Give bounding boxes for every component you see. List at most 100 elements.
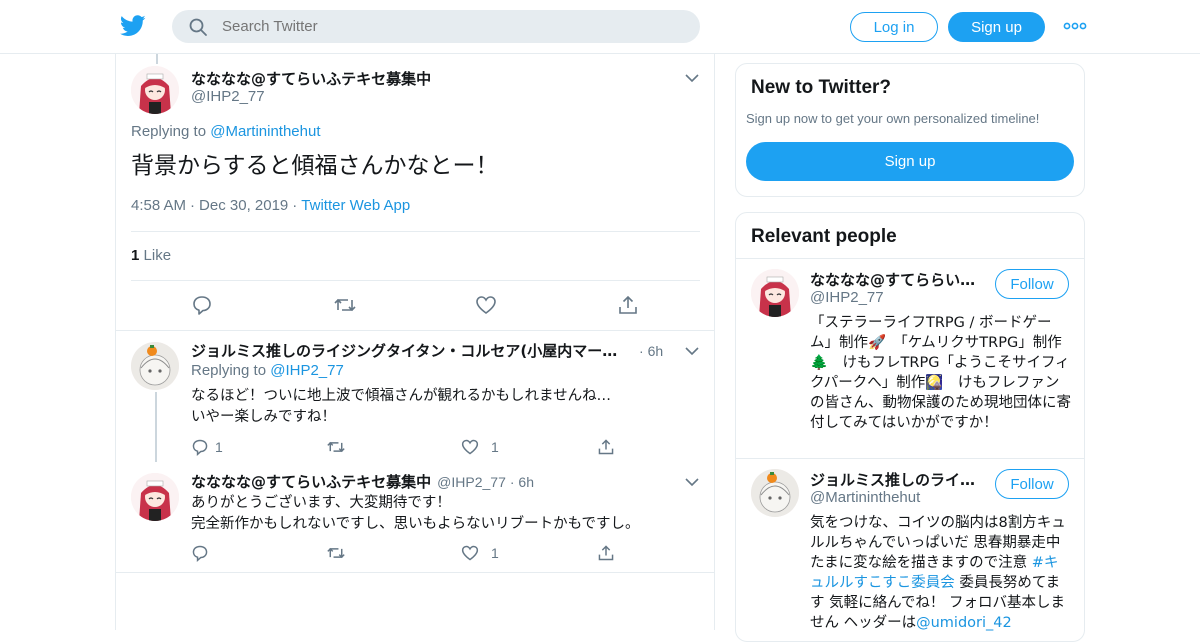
- reply-text: なるほど！ついに地上波で傾福さんが観れるかもしれませんね… いやー楽しみですね！: [191, 386, 611, 428]
- avatar[interactable]: [751, 469, 799, 517]
- reply-count: 1: [215, 439, 223, 455]
- share-button[interactable]: [597, 438, 615, 456]
- reply-icon: [193, 296, 211, 315]
- like-label: Like: [143, 247, 172, 264]
- reply-author-handle[interactable]: @IHP2_77: [437, 474, 506, 490]
- reply-time-value: 6h: [518, 474, 534, 490]
- tweet-column: なななな@すてらいふテキセ募集中 @IHP2_77 Replying to @M…: [115, 54, 715, 630]
- heart-icon: [461, 439, 479, 455]
- person-bio: 気をつけな、コイツの脳内は8割方キュルルちゃんでいっぱいだ 思春期暴走中 たまに…: [810, 513, 1072, 633]
- reply-text: ありがとうございます、大変期待です！ 完全新作かもしれないですし、思いもよらない…: [191, 493, 639, 535]
- heart-icon: [461, 545, 479, 561]
- signup-card-title: New to Twitter?: [751, 77, 892, 98]
- tweet-actions: [116, 294, 714, 318]
- tweet-source-link[interactable]: Twitter Web App: [301, 197, 410, 214]
- avatar[interactable]: [751, 269, 799, 317]
- share-button[interactable]: [617, 294, 639, 316]
- like-count-row[interactable]: 1 Like: [131, 247, 171, 264]
- share-icon: [619, 295, 637, 314]
- reply-author-name[interactable]: ジョルミス推しのライジングタイタン・コルセア(小屋内マーテ…: [191, 340, 631, 361]
- replying-to-link[interactable]: @Martininthehut: [210, 123, 320, 140]
- avatar-girl-icon: [131, 66, 179, 114]
- avatar-sketch-icon: [751, 469, 799, 517]
- tweet-author-handle[interactable]: @IHP2_77: [191, 88, 265, 105]
- divider: [131, 231, 700, 232]
- avatar-girl-icon: [131, 473, 179, 521]
- reply-button[interactable]: [191, 544, 209, 562]
- search-input[interactable]: [222, 18, 662, 35]
- person-bio: 「ステラーライフTRPG / ボードゲーム」制作🚀 「ケムリクサTRPG」制作🌲…: [810, 315, 1071, 431]
- divider: [131, 280, 700, 281]
- more-options-icon[interactable]: [1063, 18, 1087, 34]
- tweet-time[interactable]: 4:58 AM: [131, 197, 186, 214]
- chevron-down-icon[interactable]: [685, 477, 699, 487]
- reply-author-name[interactable]: なななな@すてらいふテキセ募集中: [191, 471, 431, 492]
- person-handle[interactable]: @IHP2_77: [810, 289, 884, 306]
- person-name[interactable]: ジョルミス推しのライ…: [810, 469, 982, 490]
- reply-time[interactable]: · 6h: [510, 474, 534, 490]
- tweet-date[interactable]: Dec 30, 2019: [199, 197, 288, 214]
- heart-icon: [476, 296, 496, 314]
- reply-icon: [192, 439, 208, 456]
- reply-line: いやー楽しみですね！: [191, 409, 336, 425]
- replying-to: Replying to @IHP2_77: [191, 362, 344, 379]
- reply-button[interactable]: [191, 294, 213, 316]
- like-count: 1: [491, 545, 499, 561]
- reply-header: なななな@すてらいふテキセ募集中 @IHP2_77 · 6h: [191, 471, 671, 492]
- reply-tweet[interactable]: ジョルミス推しのライジングタイタン・コルセア(小屋内マーテ… · 6h Repl…: [116, 340, 714, 466]
- person-name[interactable]: なななな@すてららいふ…: [810, 269, 982, 290]
- top-bar: Log in Sign up: [0, 0, 1200, 54]
- reply-header: ジョルミス推しのライジングタイタン・コルセア(小屋内マーテ… · 6h: [191, 340, 671, 361]
- avatar[interactable]: [131, 473, 179, 521]
- reply-line: なるほど！ついに地上波で傾福さんが観れるかもしれませんね…: [191, 388, 612, 404]
- mention-link[interactable]: @umidori_42: [916, 615, 1012, 631]
- tweet-author-name[interactable]: なななな@すてらいふテキセ募集中: [191, 68, 431, 89]
- divider: [116, 330, 714, 331]
- bio-text: 気をつけな、コイツの脳内は8割方キュルルちゃんでいっぱいだ 思春期暴走中 たまに…: [810, 515, 1066, 571]
- reply-time[interactable]: · 6h: [639, 343, 663, 359]
- retweet-button[interactable]: [333, 294, 357, 316]
- replying-label: Replying to: [191, 362, 267, 379]
- retweet-icon: [327, 441, 345, 453]
- replying-to: Replying to @Martininthehut: [131, 123, 321, 140]
- follow-button[interactable]: Follow: [995, 469, 1069, 499]
- chevron-down-icon[interactable]: [685, 346, 699, 356]
- signup-card-subtitle: Sign up now to get your own personalized…: [746, 111, 1040, 126]
- like-button[interactable]: [475, 294, 497, 316]
- reply-time-value: 6h: [647, 343, 664, 359]
- follow-button[interactable]: Follow: [995, 269, 1069, 299]
- signup-card: New to Twitter? Sign up now to get your …: [735, 63, 1085, 197]
- sidebar-signup-button[interactable]: Sign up: [746, 142, 1074, 181]
- retweet-button[interactable]: [326, 438, 352, 456]
- relevant-people-title: Relevant people: [751, 226, 897, 247]
- like-button[interactable]: 1: [461, 544, 499, 562]
- twitter-bird-icon[interactable]: [120, 14, 146, 38]
- retweet-button[interactable]: [326, 544, 346, 562]
- signup-button[interactable]: Sign up: [948, 12, 1045, 42]
- relevant-people-card: Relevant people なななな@すてららいふ… @IHP2_77 Fo…: [735, 212, 1085, 642]
- retweet-icon: [334, 298, 356, 312]
- person-item[interactable]: なななな@すてららいふ… @IHP2_77 Follow 「ステラーライフTRP…: [736, 259, 1084, 459]
- like-button[interactable]: 1: [461, 438, 499, 456]
- share-icon: [598, 545, 614, 561]
- login-button[interactable]: Log in: [850, 12, 938, 42]
- person-handle[interactable]: @Martininthehut: [810, 489, 920, 506]
- reply-icon: [192, 545, 208, 562]
- person-item[interactable]: ジョルミス推しのライ… @Martininthehut Follow 気をつけな…: [736, 459, 1084, 641]
- like-count: 1: [491, 439, 499, 455]
- reply-button[interactable]: 1: [191, 438, 223, 456]
- thread-line: [156, 54, 158, 64]
- avatar[interactable]: [131, 66, 179, 114]
- search-icon: [189, 18, 207, 36]
- share-button[interactable]: [597, 544, 615, 562]
- avatar[interactable]: [131, 342, 179, 390]
- retweet-icon: [327, 547, 345, 559]
- search-box[interactable]: [172, 10, 700, 43]
- replying-to-link[interactable]: @IHP2_77: [270, 362, 344, 379]
- avatar-girl-icon: [751, 269, 799, 317]
- tweet-text: 背景からすると傾福さんかなとー！: [131, 153, 499, 179]
- divider: [116, 572, 714, 573]
- chevron-down-icon[interactable]: [685, 73, 699, 83]
- avatar-sketch-icon: [131, 342, 179, 390]
- reply-line: ありがとうございます、大変期待です！: [191, 495, 451, 511]
